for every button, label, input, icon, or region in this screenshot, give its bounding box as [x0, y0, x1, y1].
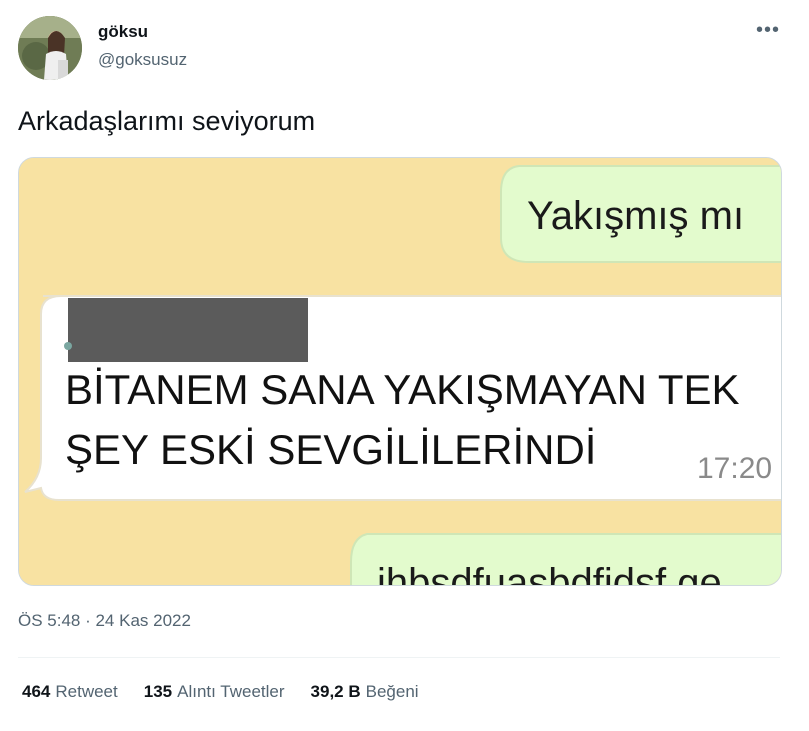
- retweets-count: 464: [22, 682, 51, 701]
- message-line-2: ŞEY ESKİ SEVGİLİLERİNDİ: [65, 426, 596, 473]
- likes-count: 39,2 B: [310, 682, 361, 701]
- sent-bubble-top-text: Yakışmış mı: [527, 194, 744, 238]
- tweet-stats: 464 Retweet 135 Alıntı Tweetler 39,2 B B…: [22, 682, 445, 702]
- chat-screenshot: Yakışmış mı BİTANEM SANA YAKIŞMAYAN TEK …: [19, 158, 781, 585]
- more-horizontal-icon[interactable]: •••: [756, 18, 780, 42]
- retweets-label: Retweet: [55, 682, 118, 701]
- tweet-media[interactable]: Yakışmış mı BİTANEM SANA YAKIŞMAYAN TEK …: [18, 157, 782, 586]
- message-time: 17:20: [697, 452, 772, 485]
- avatar[interactable]: [18, 16, 82, 80]
- retweets-stat[interactable]: 464 Retweet: [22, 682, 118, 702]
- likes-label: Beğeni: [365, 682, 419, 701]
- sent-bubble-bottom-text: ihbsdfuasbdfidsf ge: [377, 561, 722, 585]
- redacted-sender: [68, 298, 308, 362]
- tweet-text: Arkadaşlarımı seviyorum: [18, 106, 316, 136]
- quotes-label: Alıntı Tweetler: [177, 682, 285, 701]
- quotes-stat[interactable]: 135 Alıntı Tweetler: [144, 682, 285, 702]
- divider: [18, 657, 780, 658]
- avatar-image: [18, 16, 82, 80]
- tweet-timestamp[interactable]: ÖS 5:48 · 24 Kas 2022: [18, 611, 191, 631]
- user-handle[interactable]: @goksusuz: [98, 50, 187, 70]
- quotes-count: 135: [143, 682, 173, 701]
- message-line-1: BİTANEM SANA YAKIŞMAYAN TEK: [65, 366, 740, 413]
- user-display-name[interactable]: göksu: [98, 22, 148, 42]
- likes-stat[interactable]: 39,2 B Beğeni: [311, 682, 419, 702]
